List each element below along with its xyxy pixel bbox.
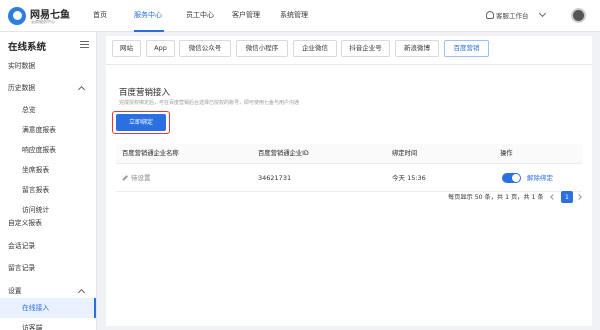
brand-tagline: 云商服务中心 xyxy=(31,19,55,24)
sidebar-item-realtime-data[interactable]: 实时数据 xyxy=(8,57,35,75)
tab-wework[interactable]: 企业微信 xyxy=(293,40,337,57)
nav-home[interactable]: 首页 xyxy=(93,0,107,32)
tab-weibo[interactable]: 新浪微博 xyxy=(395,40,439,57)
tab-wechat-official[interactable]: 微信公众号 xyxy=(179,40,231,57)
company-id-cell: 34621731 xyxy=(258,174,292,182)
column-header: 绑定时间 xyxy=(392,150,418,157)
chevron-down-icon[interactable] xyxy=(538,9,547,18)
table-header: 百度营销通企业名称 百度营销通企业ID 绑定时间 操作 xyxy=(116,144,582,164)
baidu-access-panel: 百度营销接入 完成授权绑定后，可在百度营销后台选择已授权的账号，即可使用七鱼与用… xyxy=(110,80,588,326)
avatar[interactable] xyxy=(571,8,586,23)
chevron-left-icon xyxy=(550,194,556,200)
chevron-up-icon[interactable] xyxy=(77,288,86,297)
nav-customer-management[interactable]: 客户管理 xyxy=(232,0,260,32)
column-header: 操作 xyxy=(500,150,513,157)
unbind-link[interactable]: 解除绑定 xyxy=(527,164,553,192)
tab-website[interactable]: 网站 xyxy=(112,40,141,57)
sidebar-item-message-records[interactable]: 留言记录 xyxy=(8,259,35,277)
headset-icon xyxy=(486,11,494,19)
tab-baidu-marketing[interactable]: 百度营销 xyxy=(444,40,489,57)
sidebar: 在线系统 实时数据 历史数据 总览 满意度报表 响应度报表 坐席报表 留言报表 … xyxy=(0,32,97,330)
table-row: 待设置 34621731 今天 15:36 解除绑定 xyxy=(116,164,582,192)
tab-app[interactable]: App xyxy=(146,40,175,57)
logo-icon xyxy=(8,7,26,25)
sidebar-item-history-data[interactable]: 历史数据 xyxy=(8,79,35,97)
nav-service-center[interactable]: 服务中心 xyxy=(134,0,164,32)
bound-time-cell: 今天 15:36 xyxy=(392,174,426,182)
column-header: 百度营销通企业ID xyxy=(258,150,309,157)
workbench-label: 客服工作台 xyxy=(496,12,529,20)
sidebar-item-response-report[interactable]: 响应度报表 xyxy=(22,141,56,159)
enable-toggle[interactable] xyxy=(502,173,521,183)
panel-title: 百度营销接入 xyxy=(119,88,171,98)
sidebar-item-overview[interactable]: 总览 xyxy=(22,101,36,119)
edit-icon xyxy=(122,174,128,180)
panel-description: 完成授权绑定后，可在百度营销后台选择已授权的账号，即可使用七鱼与用户沟通 xyxy=(119,100,300,106)
sidebar-title: 在线系统 xyxy=(8,42,47,53)
bind-now-button[interactable]: 立即绑定 xyxy=(116,114,166,131)
next-page-button[interactable] xyxy=(574,191,586,203)
sidebar-item-satisfaction-report[interactable]: 满意度报表 xyxy=(22,121,56,139)
top-bar: 网易七鱼 云商服务中心 首页 服务中心 员工中心 客户管理 系统管理 客服工作台 xyxy=(0,0,600,32)
sidebar-item-custom-report[interactable]: 自定义报表 xyxy=(8,214,42,232)
chevron-up-icon[interactable] xyxy=(77,85,86,94)
pagination-summary: 每页显示 50 条，共 1 页，共 1 条 xyxy=(448,194,544,201)
sidebar-item-online-access[interactable]: 在线接入 xyxy=(22,299,49,317)
company-name-cell[interactable]: 待设置 xyxy=(122,164,151,192)
column-header: 百度营销通企业名称 xyxy=(122,150,179,157)
tab-douyin[interactable]: 抖音企业号 xyxy=(341,40,390,57)
nav-system-management[interactable]: 系统管理 xyxy=(280,0,308,32)
tab-wechat-miniprogram[interactable]: 微信小程序 xyxy=(236,40,288,57)
page-number-button[interactable]: 1 xyxy=(561,191,573,203)
prev-page-button[interactable] xyxy=(546,191,558,203)
workbench-button[interactable]: 客服工作台 xyxy=(486,10,529,20)
chevron-right-icon xyxy=(576,194,582,200)
sidebar-item-message-report[interactable]: 留言报表 xyxy=(22,181,49,199)
collapse-menu-icon[interactable] xyxy=(80,40,89,49)
company-name: 待设置 xyxy=(131,174,151,182)
main-content: 网站 App 微信公众号 微信小程序 企业微信 抖音企业号 新浪微博 百度营销 … xyxy=(106,36,592,326)
sidebar-item-visitor-client[interactable]: 访客端 xyxy=(22,319,42,330)
brand-logo[interactable]: 网易七鱼 云商服务中心 xyxy=(8,6,88,28)
nav-staff-center[interactable]: 员工中心 xyxy=(186,0,214,32)
sidebar-item-agent-report[interactable]: 坐席报表 xyxy=(22,161,49,179)
sidebar-item-session-records[interactable]: 会话记录 xyxy=(8,237,35,255)
divider xyxy=(106,64,592,65)
